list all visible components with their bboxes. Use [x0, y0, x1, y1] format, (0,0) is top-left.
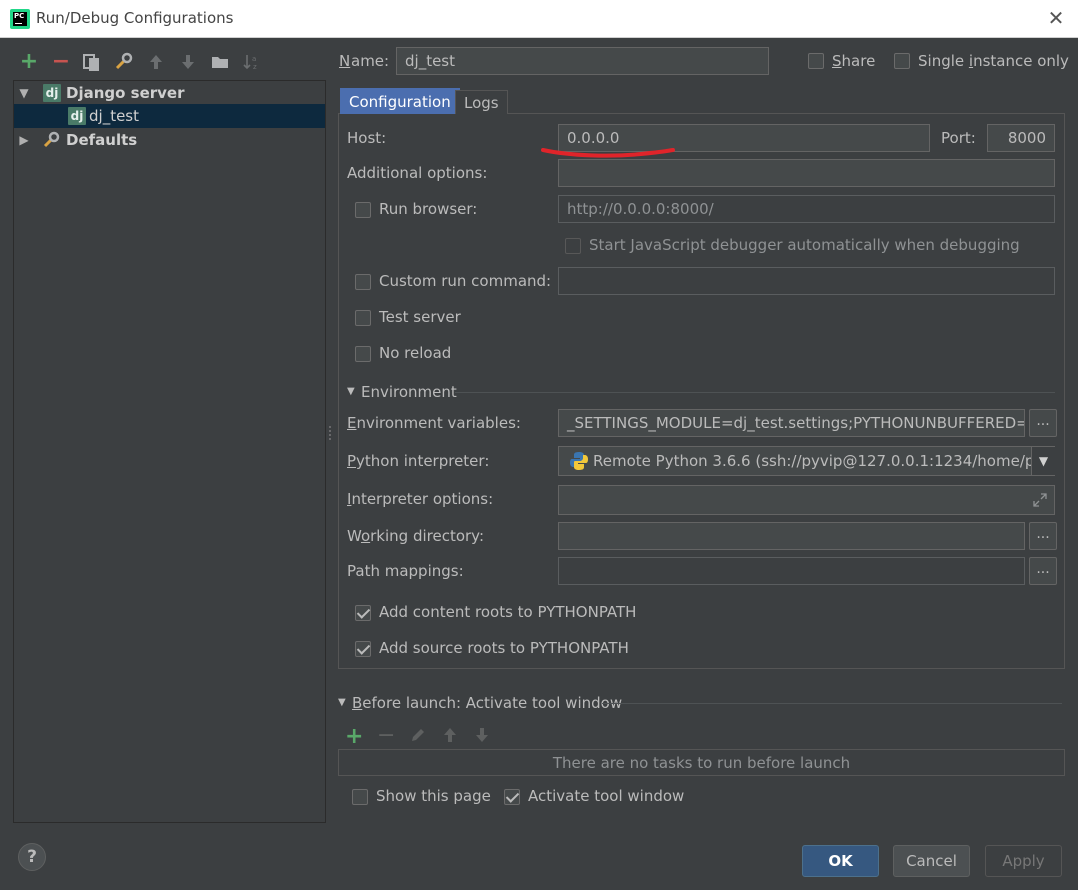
working-directory-label: Working directory:: [347, 527, 485, 545]
additional-options-label: Additional options:: [347, 164, 488, 182]
tree-item-defaults[interactable]: ▶ Defaults: [14, 128, 325, 152]
move-task-up-icon[interactable]: [441, 726, 459, 748]
tree-item-label: Defaults: [66, 131, 138, 149]
name-input[interactable]: dj_test: [396, 47, 769, 75]
folder-icon[interactable]: [210, 52, 230, 72]
ok-button[interactable]: OK: [802, 845, 879, 877]
tree-item-label: Django server: [66, 84, 185, 102]
single-instance-label: Single instance only: [918, 52, 1069, 70]
before-launch-tasks-list[interactable]: There are no tasks to run before launch: [338, 749, 1065, 776]
no-reload-checkbox[interactable]: [355, 346, 371, 362]
svg-text:z: z: [253, 63, 257, 71]
activate-tool-window-checkbox[interactable]: [504, 789, 520, 805]
svg-text:a: a: [252, 55, 256, 63]
js-debugger-label: Start JavaScript debugger automatically …: [589, 236, 1020, 254]
django-icon: dj: [43, 84, 61, 102]
window-title: Run/Debug Configurations: [36, 9, 234, 27]
close-icon[interactable]: ✕: [1046, 8, 1066, 28]
django-icon: dj: [68, 107, 86, 125]
add-content-roots-label: Add content roots to PYTHONPATH: [379, 603, 637, 621]
host-label: Host:: [347, 129, 387, 147]
working-directory-input[interactable]: [558, 522, 1025, 550]
port-input[interactable]: 8000: [987, 124, 1055, 152]
js-debugger-checkbox[interactable]: [565, 238, 581, 254]
share-checkbox[interactable]: [808, 53, 824, 69]
chevron-down-icon[interactable]: ▼: [1031, 447, 1055, 475]
env-vars-input[interactable]: _SETTINGS_MODULE=dj_test.settings;PYTHON…: [558, 409, 1025, 437]
show-this-page-label: Show this page: [376, 787, 491, 805]
test-server-checkbox[interactable]: [355, 310, 371, 326]
edit-defaults-icon[interactable]: [114, 52, 134, 72]
add-source-roots-label: Add source roots to PYTHONPATH: [379, 639, 629, 657]
tab-logs[interactable]: Logs: [455, 90, 508, 114]
working-directory-browse-button[interactable]: ...: [1029, 522, 1057, 550]
wrench-icon: [42, 131, 62, 156]
tree-item-dj-test[interactable]: dj dj_test: [14, 104, 325, 128]
copy-icon[interactable]: [82, 52, 102, 72]
env-vars-browse-button[interactable]: ...: [1029, 409, 1057, 437]
path-mappings-label: Path mappings:: [347, 562, 464, 580]
move-down-icon[interactable]: [178, 52, 198, 72]
test-server-label: Test server: [379, 308, 461, 326]
env-vars-label: Environment variables:: [347, 414, 521, 432]
no-reload-label: No reload: [379, 344, 452, 362]
path-mappings-browse-button[interactable]: ...: [1029, 557, 1057, 585]
expand-icon[interactable]: [1031, 491, 1049, 513]
red-underline-annotation: [541, 148, 675, 158]
python-interpreter-label: Python interpreter:: [347, 452, 490, 470]
add-task-icon[interactable]: +: [345, 724, 363, 749]
custom-run-command-input[interactable]: [558, 267, 1055, 295]
add-content-roots-checkbox[interactable]: [355, 605, 371, 621]
section-divider: [455, 392, 1055, 393]
edit-task-icon[interactable]: [409, 726, 427, 748]
path-mappings-input[interactable]: [558, 557, 1025, 585]
environment-collapse-icon[interactable]: ▼: [347, 386, 355, 397]
run-browser-label: Run browser:: [379, 200, 478, 218]
chevron-right-icon[interactable]: ▶: [18, 128, 30, 152]
interpreter-options-input[interactable]: [558, 485, 1055, 515]
chevron-down-icon[interactable]: ▼: [18, 81, 30, 105]
interpreter-options-label: Interpreter options:: [347, 490, 494, 508]
activate-tool-window-label: Activate tool window: [528, 787, 685, 805]
configurations-tree: ▼ dj Django server dj dj_test ▶ Defaults: [13, 80, 326, 823]
python-interpreter-select[interactable]: Remote Python 3.6.6 (ssh://pyvip@127.0.0…: [558, 446, 1055, 476]
share-label: Share: [832, 52, 876, 70]
tree-item-django-server[interactable]: ▼ dj Django server: [14, 81, 325, 105]
tree-item-label: dj_test: [89, 107, 139, 125]
additional-options-input[interactable]: [558, 159, 1055, 187]
custom-run-command-label: Custom run command:: [379, 272, 552, 290]
name-label-text: ame:: [351, 52, 390, 70]
apply-button[interactable]: Apply: [985, 845, 1062, 877]
add-icon[interactable]: +: [19, 51, 39, 73]
run-browser-checkbox[interactable]: [355, 202, 371, 218]
cancel-button[interactable]: Cancel: [893, 845, 970, 877]
name-label: N: [339, 52, 351, 70]
before-launch-collapse-icon[interactable]: ▼: [338, 697, 346, 708]
port-label: Port:: [941, 129, 976, 147]
custom-run-command-checkbox[interactable]: [355, 274, 371, 290]
single-instance-checkbox[interactable]: [894, 53, 910, 69]
title-bar: PC Run/Debug Configurations ✕: [0, 0, 1078, 38]
environment-section-title[interactable]: Environment: [361, 383, 457, 401]
add-source-roots-checkbox[interactable]: [355, 641, 371, 657]
sort-icon[interactable]: az: [242, 52, 262, 72]
run-browser-url-input[interactable]: http://0.0.0.0:8000/: [558, 195, 1055, 223]
move-up-icon[interactable]: [146, 52, 166, 72]
splitter-handle[interactable]: [328, 425, 332, 443]
show-this-page-checkbox[interactable]: [352, 789, 368, 805]
move-task-down-icon[interactable]: [473, 726, 491, 748]
remove-task-icon[interactable]: −: [377, 723, 395, 748]
python-icon: [569, 451, 589, 475]
tab-configuration[interactable]: Configuration: [340, 88, 460, 114]
before-launch-title[interactable]: Before launch: Activate tool window: [352, 694, 622, 712]
pycharm-app-icon: PC: [10, 9, 30, 29]
help-button[interactable]: ?: [18, 843, 46, 871]
remove-icon[interactable]: −: [51, 51, 71, 73]
section-divider: [602, 703, 1062, 704]
